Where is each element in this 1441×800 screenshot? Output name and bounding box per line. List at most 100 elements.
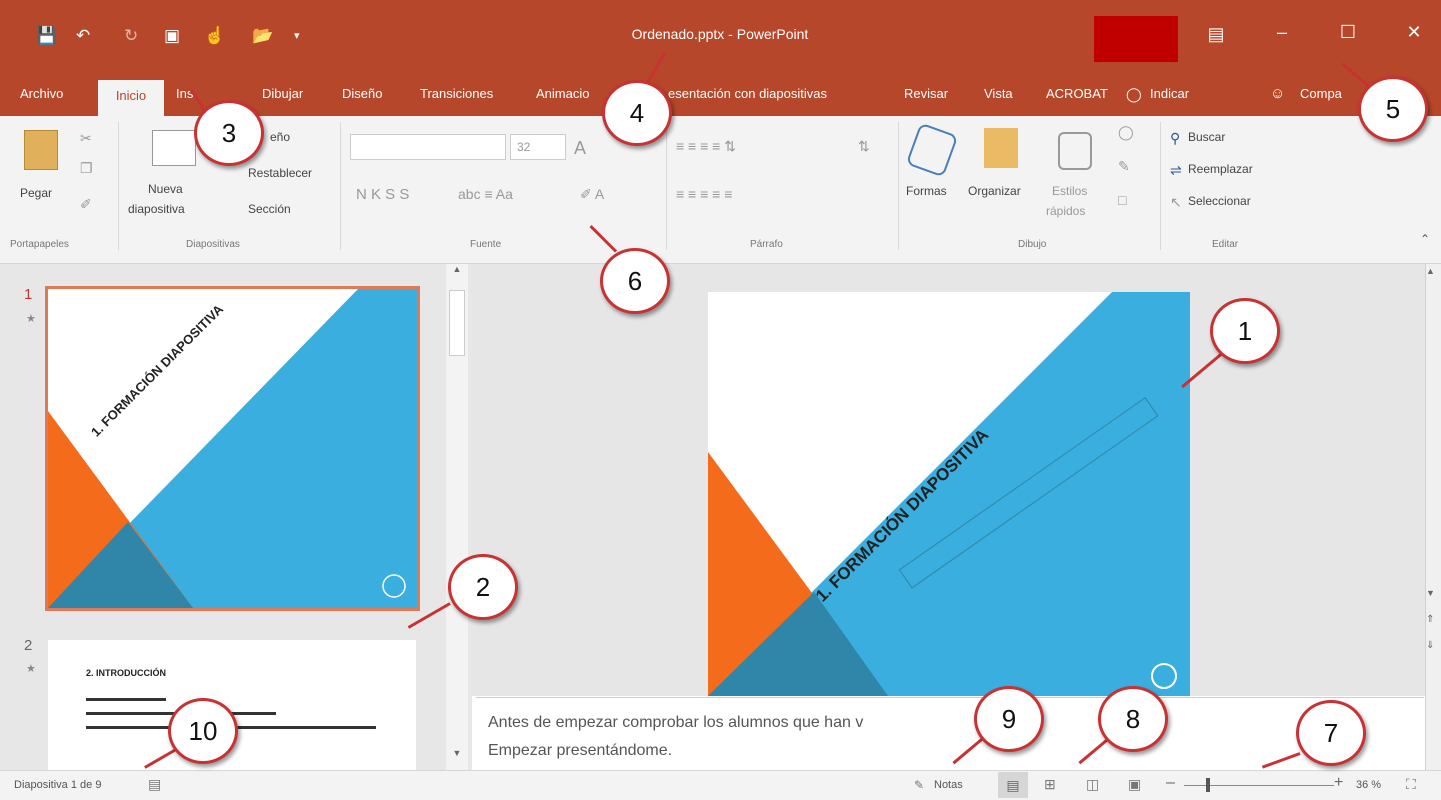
slide-sorter-icon[interactable]: ⊞ <box>1044 776 1056 793</box>
collapse-ribbon-icon[interactable]: ⌃ <box>1420 232 1430 246</box>
slide-counter: Diapositiva 1 de 9 <box>14 779 102 791</box>
font-family-select[interactable] <box>350 134 506 160</box>
minimize-icon[interactable]: – <box>1262 22 1302 43</box>
align-icons[interactable]: ≡ ≡ ≡ ≡ ≡ <box>676 186 732 202</box>
quick-styles-label-1[interactable]: Estilos <box>1052 184 1087 198</box>
scroll-up-icon[interactable]: ▲ <box>448 264 466 280</box>
callout-badge: 10 <box>168 698 238 764</box>
replace-button[interactable]: Reemplazar <box>1188 162 1253 176</box>
close-icon[interactable]: ✕ <box>1394 22 1434 43</box>
tab-diseno[interactable]: Diseño <box>342 74 382 116</box>
font-style-buttons[interactable]: N K S S <box>356 186 409 203</box>
clear-format-icon[interactable]: ✐ A <box>580 186 604 203</box>
reset-button[interactable]: Restablecer <box>248 166 312 180</box>
font-size-select[interactable]: 32 <box>510 134 566 160</box>
callout-badge: 6 <box>600 248 670 314</box>
search-icon[interactable]: ⚲ <box>1170 130 1180 147</box>
ribbon-display-icon[interactable]: ▤ <box>1196 24 1236 45</box>
callout-badge: 8 <box>1098 686 1168 752</box>
callout-badge: 9 <box>974 686 1044 752</box>
redo-icon[interactable]: ↻ <box>124 26 138 46</box>
editor-scrollbar[interactable] <box>1425 264 1441 770</box>
new-slide-label-1[interactable]: Nueva <box>148 182 183 196</box>
section-button[interactable]: Sección <box>248 202 291 216</box>
layout-button[interactable]: eño <box>270 130 290 144</box>
select-button[interactable]: Seleccionar <box>1188 194 1251 208</box>
new-slide-icon[interactable] <box>152 130 196 166</box>
tab-dibujar[interactable]: Dibujar <box>262 74 303 116</box>
tab-revisar[interactable]: Revisar <box>904 74 948 116</box>
increase-font-icon[interactable]: A <box>574 138 586 159</box>
quick-styles-icon[interactable] <box>1058 132 1092 170</box>
format-painter-icon[interactable]: ✐ <box>80 196 92 213</box>
zoom-in-icon[interactable]: + <box>1334 774 1343 792</box>
notes-line: Antes de empezar comprobar los alumnos q… <box>488 714 864 731</box>
tab-inicio[interactable]: Inicio <box>98 80 164 116</box>
notes-icon[interactable]: ✎ <box>914 778 924 792</box>
divider <box>1160 122 1161 250</box>
scroll-up-icon[interactable]: ▲ <box>1426 266 1435 276</box>
replace-icon[interactable]: ⇌ <box>1170 162 1182 179</box>
shape-outline-icon[interactable]: ✎ <box>1118 158 1130 175</box>
normal-view-icon[interactable]: ▤ <box>998 772 1028 798</box>
new-slide-label-2[interactable]: diapositiva <box>128 202 185 216</box>
tab-indicar[interactable]: Indicar <box>1150 74 1189 116</box>
scroll-down-icon[interactable]: ▼ <box>1426 588 1435 598</box>
spellcheck-icon[interactable]: ▤ <box>148 776 161 793</box>
divider <box>118 122 119 250</box>
font-effects-icon[interactable]: abc ≡ Aa <box>458 186 513 202</box>
cut-icon[interactable]: ✂ <box>80 130 92 147</box>
next-slide-icon[interactable]: ⇓ <box>1426 640 1434 651</box>
touch-mode-icon[interactable]: ☝ <box>204 26 225 46</box>
tab-insertar[interactable]: Ins <box>176 74 193 116</box>
arrange-label[interactable]: Organizar <box>968 184 1021 198</box>
find-button[interactable]: Buscar <box>1188 130 1225 144</box>
list-icons[interactable]: ≡ ≡ ≡ ≡ ⇅ <box>676 138 736 155</box>
open-icon[interactable]: 📂 <box>252 26 273 46</box>
shapes-label[interactable]: Formas <box>906 184 947 198</box>
slideshow-icon[interactable]: ▣ <box>1128 776 1141 793</box>
shape-fill-icon[interactable]: ◯ <box>1118 124 1134 141</box>
callout-badge: 5 <box>1358 76 1428 142</box>
notes-line: Empezar presentándome. <box>488 742 673 759</box>
zoom-out-icon[interactable]: – <box>1166 774 1175 792</box>
undo-icon[interactable]: ↶ <box>76 26 90 46</box>
slide-thumbnail-2[interactable]: 2. INTRODUCCIÓN <box>48 640 416 770</box>
shape-effects-icon[interactable]: □ <box>1118 192 1126 208</box>
tab-presentacion[interactable]: esentación con diapositivas <box>668 74 827 116</box>
copy-icon[interactable]: ❐ <box>80 160 93 177</box>
notes-button[interactable]: Notas <box>934 779 963 791</box>
account-area[interactable] <box>1094 16 1178 62</box>
zoom-slider-thumb[interactable] <box>1206 778 1210 792</box>
scroll-down-icon[interactable]: ▼ <box>448 748 466 764</box>
maximize-icon[interactable]: ☐ <box>1328 22 1368 43</box>
tab-archivo[interactable]: Archivo <box>20 74 63 116</box>
customize-icon[interactable]: ▾ <box>294 26 300 46</box>
paste-label[interactable]: Pegar <box>20 186 52 200</box>
arrange-icon[interactable] <box>984 128 1018 168</box>
tab-transiciones[interactable]: Transiciones <box>420 74 493 116</box>
zoom-level[interactable]: 36 % <box>1356 779 1381 791</box>
fit-slide-icon[interactable]: ⛶ <box>1406 776 1416 793</box>
previous-slide-icon[interactable]: ⇑ <box>1426 614 1434 625</box>
callout-badge: 7 <box>1296 700 1366 766</box>
text-direction-icon[interactable]: ⇅ <box>858 138 870 155</box>
reading-view-icon[interactable]: ◫ <box>1086 776 1099 793</box>
divider <box>340 122 341 250</box>
slide-number: 1 <box>24 286 33 303</box>
thumbnail-scroll-thumb[interactable] <box>449 290 465 356</box>
slide-thumbnail-1[interactable]: 1. FORMACIÓN DIAPOSITIVA <box>45 286 420 611</box>
tab-animaciones[interactable]: Animacio <box>536 74 589 116</box>
group-dibujo: Dibujo <box>1018 239 1047 250</box>
share-button[interactable]: Compa <box>1300 74 1342 116</box>
main-slide[interactable]: 1. FORMACIÓN DIAPOSITIVA <box>708 292 1190 696</box>
present-icon[interactable]: ▣ <box>164 26 180 46</box>
group-fuente: Fuente <box>470 239 502 250</box>
tab-acrobat[interactable]: ACROBAT <box>1046 74 1108 116</box>
tab-vista[interactable]: Vista <box>984 74 1013 116</box>
slide-number: 2 <box>24 637 33 654</box>
quick-styles-label-2[interactable]: rápidos <box>1046 204 1085 218</box>
save-icon[interactable]: 💾 <box>36 26 57 46</box>
paste-icon[interactable] <box>24 130 58 170</box>
select-icon[interactable]: ↖ <box>1170 194 1182 211</box>
